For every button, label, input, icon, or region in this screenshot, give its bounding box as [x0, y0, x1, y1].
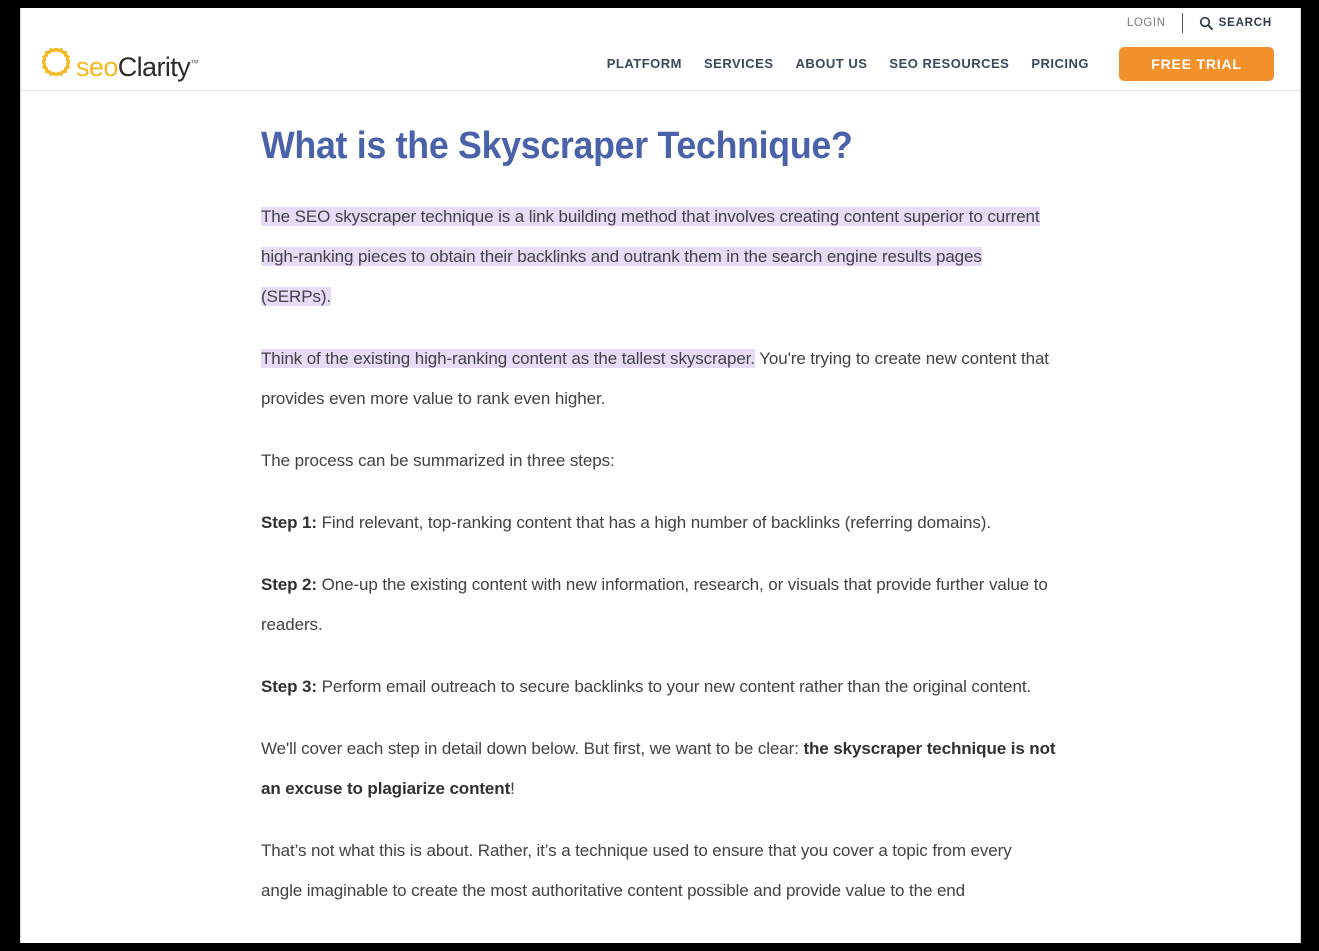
step-3-label: Step 3: [261, 677, 317, 696]
paragraph-step-2: Step 2: One-up the existing content with… [261, 565, 1056, 645]
paragraph-step-1: Step 1: Find relevant, top-ranking conte… [261, 503, 1056, 543]
page-title: What is the Skyscraper Technique? [261, 125, 853, 167]
login-link[interactable]: LOGIN [1111, 10, 1182, 36]
nav-item-pricing[interactable]: PRICING [1020, 56, 1100, 71]
article-content-column: What is the Skyscraper Technique? The SE… [261, 91, 1056, 911]
paragraph-tail-text: ! [510, 779, 515, 798]
main-navigation: PLATFORM SERVICES ABOUT US SEO RESOURCES… [596, 56, 1100, 71]
paragraph-closing: That’s not what this is about. Rather, i… [261, 841, 1012, 900]
paragraph-process-intro: The process can be summarized in three s… [261, 451, 615, 470]
article-body: What is the Skyscraper Technique? The SE… [21, 91, 1300, 911]
paragraph-step-3: Step 3: Perform email outreach to secure… [261, 667, 1056, 707]
nav-item-about-us[interactable]: ABOUT US [785, 56, 879, 71]
paragraph-skyscraper-analogy: Think of the existing high-ranking conte… [261, 339, 1056, 419]
nav-item-seo-resources[interactable]: SEO RESOURCES [878, 56, 1020, 71]
gear-sun-icon [40, 46, 72, 81]
highlighted-text: The SEO skyscraper technique is a link b… [261, 207, 1040, 306]
site-header: LOGIN SEARCH seoClarity™ PLATFORM SERVIC… [21, 8, 1300, 91]
utility-bar: LOGIN SEARCH [1111, 10, 1272, 36]
paragraph-lead-text: We'll cover each step in detail down bel… [261, 739, 804, 758]
nav-item-platform[interactable]: PLATFORM [596, 56, 693, 71]
logo-text-clarity: Clarity [117, 52, 191, 82]
page-viewport: LOGIN SEARCH seoClarity™ PLATFORM SERVIC… [20, 8, 1301, 943]
site-logo[interactable]: seoClarity™ [40, 46, 199, 81]
highlighted-text: Think of the existing high-ranking conte… [261, 349, 755, 368]
search-link[interactable]: SEARCH [1183, 16, 1272, 30]
step-2-label: Step 2: [261, 575, 317, 594]
step-3-text: Perform email outreach to secure backlin… [316, 677, 1032, 696]
paragraph-definition: The SEO skyscraper technique is a link b… [261, 197, 1056, 317]
free-trial-button[interactable]: FREE TRIAL [1119, 47, 1274, 81]
nav-item-services[interactable]: SERVICES [693, 56, 785, 71]
logo-wordmark: seoClarity™ [76, 50, 199, 81]
logo-trademark: ™ [190, 58, 200, 68]
step-1-text: Find relevant, top-ranking content that … [316, 513, 991, 532]
browser-frame: LOGIN SEARCH seoClarity™ PLATFORM SERVIC… [0, 0, 1319, 951]
search-label: SEARCH [1218, 17, 1272, 29]
magnifier-icon [1199, 16, 1213, 30]
logo-text-seo: seo [76, 52, 118, 82]
step-2-text: One-up the existing content with new inf… [261, 575, 1048, 634]
paragraph-plagiarism-warning: We'll cover each step in detail down bel… [261, 729, 1056, 809]
step-1-label: Step 1: [261, 513, 317, 532]
